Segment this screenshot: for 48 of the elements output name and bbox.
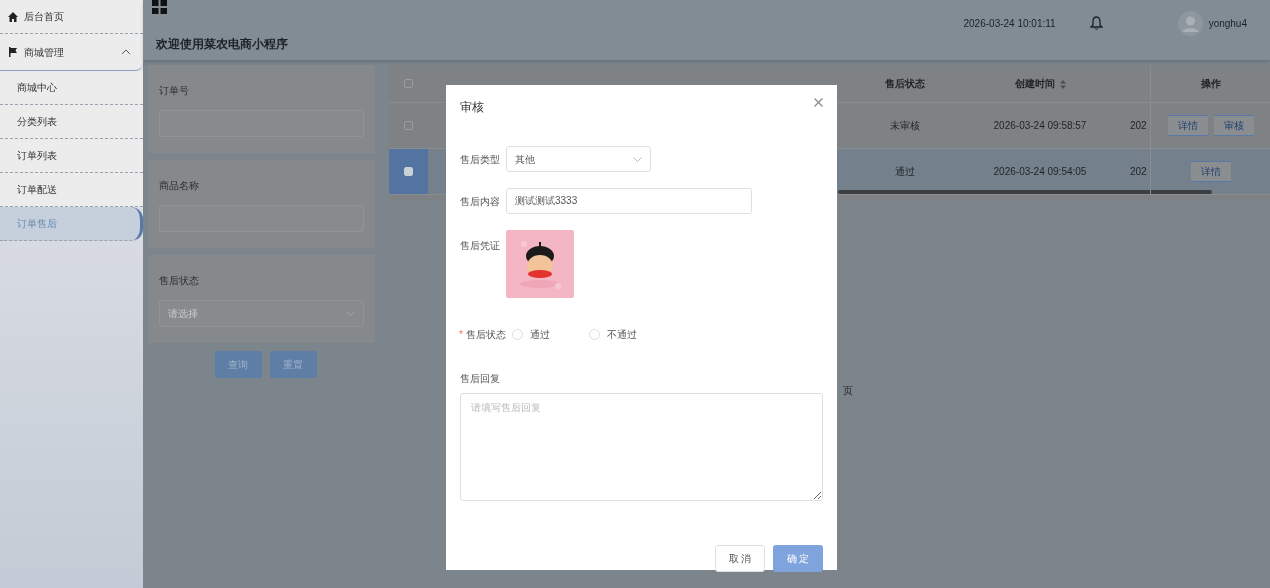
form-label: 售后状态 [465,328,506,342]
column-header: 售后状态 [885,77,925,91]
table-cell-text: 202 [1130,119,1147,133]
avatar-icon [1177,10,1203,36]
close-icon[interactable] [814,98,823,107]
checkbox[interactable] [404,79,413,88]
table-cell-text: 未审核 [890,119,920,133]
table-cell-text: 202 [1130,165,1147,179]
table-cell-text: 2026-03-24 09:54:05 [993,165,1087,179]
input-field[interactable]: 测试测试3333 [506,188,752,214]
user-name[interactable]: yonghu4 [1208,15,1247,31]
bell-icon[interactable] [1089,16,1103,30]
radio-label[interactable]: 不通过 [606,327,637,342]
field-label: 订单号 [159,84,190,98]
chevron-icon [346,311,355,316]
form-label: 售后回复 [460,372,500,386]
checkbox[interactable] [404,121,413,130]
form-label: 售后凭证 [460,239,501,253]
table-cell-text: 通过 [895,165,915,179]
sidebar-item[interactable]: 后台首页 [0,0,143,34]
column-header: 操作 [1200,77,1221,91]
sidebar-item[interactable]: 订单列表 [0,139,143,173]
flag-icon [8,47,18,57]
pagination-text: 页 [843,384,853,398]
sidebar-item[interactable]: 分类列表 [0,105,143,139]
home-icon [8,11,18,22]
page-title: 欢迎使用菜农电商小程序 [156,36,288,53]
table-cell-text: 2026-03-24 09:58:57 [993,119,1087,133]
form-label: 售后内容 [460,194,501,209]
cancel-button[interactable]: 取 消 [715,545,765,572]
sort-icon [1059,79,1066,89]
date-time: 2026-03-24 10:01:11 [963,16,1056,31]
field-label: 售后状态 [159,274,200,288]
sidebar-item[interactable]: 订单配送 [0,173,143,207]
field-label: 商品名称 [159,179,200,193]
dialog-title: 审核 [460,99,484,116]
grid-icon[interactable] [152,0,167,14]
checkbox[interactable] [404,167,413,176]
scrollbar[interactable] [838,190,1212,194]
select-field[interactable]: 其他 [506,146,651,172]
chevron-icon [633,156,642,162]
column-header[interactable]: 创建时间 [1014,76,1066,91]
form-label: 售后类型 [460,152,501,167]
required-mark: * [459,328,463,342]
radio-label[interactable]: 通过 [529,327,550,342]
chevron-icon [121,49,131,55]
sidebar-item[interactable]: 商城中心 [0,71,143,105]
sidebar-item[interactable]: 商城管理 [0,34,143,71]
